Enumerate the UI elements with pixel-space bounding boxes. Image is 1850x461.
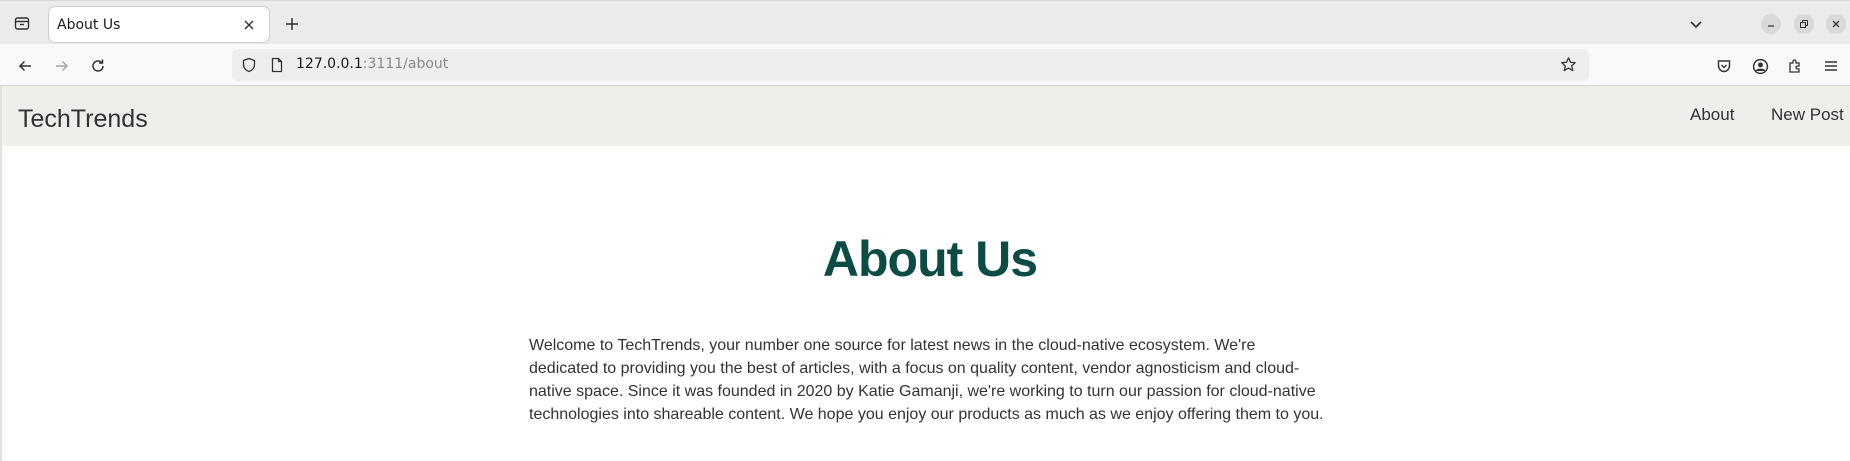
star-icon[interactable] [1560, 56, 1577, 77]
list-all-tabs-button[interactable] [1684, 12, 1708, 36]
account-icon [1752, 58, 1768, 74]
window-close-button[interactable] [1826, 14, 1846, 34]
reload-button[interactable] [85, 53, 111, 79]
nav-link-new-post[interactable]: New Post [1771, 105, 1844, 125]
about-paragraph: Welcome to TechTrends, your number one s… [529, 337, 1324, 423]
back-button[interactable] [12, 53, 38, 79]
pocket-button[interactable] [1711, 53, 1737, 79]
tab-about-us[interactable]: About Us [49, 7, 269, 42]
tab-strip: About Us [0, 0, 1850, 44]
plus-icon [286, 18, 298, 30]
restore-icon [1800, 20, 1808, 28]
navigation-toolbar: 127.0.0.1:3111/about [0, 44, 1850, 86]
nav-link-about[interactable]: About [1690, 105, 1734, 125]
url-path: :3111/about [362, 56, 449, 72]
pocket-icon [1717, 60, 1731, 73]
forward-arrow-icon [56, 60, 69, 72]
page-icon[interactable] [269, 57, 285, 77]
brand-link[interactable]: TechTrends [18, 105, 148, 134]
forward-button[interactable] [49, 53, 75, 79]
url-host: 127.0.0.1 [296, 56, 363, 72]
menu-icon [1825, 61, 1837, 71]
minimize-button[interactable] [1761, 14, 1781, 34]
restore-button[interactable] [1794, 14, 1814, 34]
site-header: TechTrends About New Post [2, 86, 1850, 146]
tab-close-button[interactable] [239, 15, 259, 35]
address-bar[interactable]: 127.0.0.1:3111/about [232, 49, 1589, 81]
extensions-button[interactable] [1782, 53, 1808, 79]
minimize-icon [1768, 25, 1774, 27]
tab-list-button[interactable] [10, 11, 34, 35]
extensions-icon [1789, 59, 1800, 73]
new-tab-button[interactable] [280, 12, 304, 36]
shield-icon[interactable] [241, 57, 257, 77]
url-text[interactable]: 127.0.0.1:3111/about [296, 56, 448, 72]
tab-list-icon [14, 17, 30, 30]
close-icon [244, 20, 254, 29]
tab-title: About Us [57, 16, 121, 33]
reload-icon [92, 59, 104, 72]
account-button[interactable] [1747, 53, 1773, 79]
app-menu-button[interactable] [1818, 53, 1844, 79]
back-arrow-icon [18, 60, 31, 72]
chevron-down-icon [1690, 21, 1702, 29]
page-title: About Us [822, 231, 1038, 287]
window-close-icon [1832, 20, 1840, 28]
